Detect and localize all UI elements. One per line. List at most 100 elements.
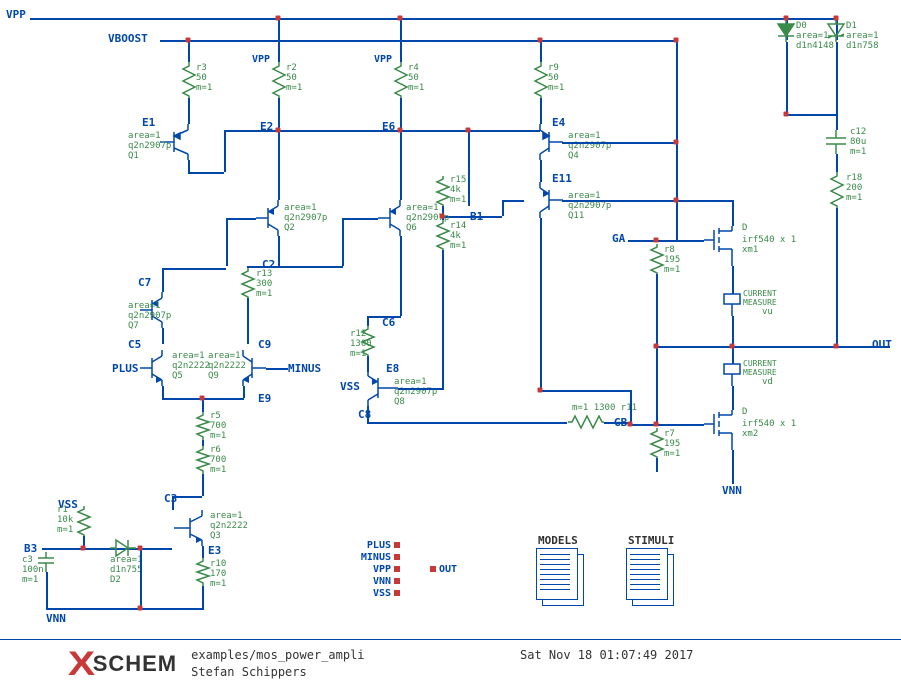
node	[138, 606, 143, 611]
xm2-label: irf540 x 1xm2	[742, 420, 796, 440]
wire	[400, 98, 402, 124]
wire	[836, 114, 838, 130]
wire	[278, 124, 280, 200]
xm2-pin: D	[742, 408, 747, 418]
wire	[628, 240, 704, 242]
wire	[540, 160, 542, 182]
wire	[732, 200, 734, 226]
node	[730, 344, 735, 349]
wire	[160, 40, 676, 42]
wire	[342, 218, 344, 266]
wire	[398, 388, 442, 390]
r6-label: r6700m=1	[210, 446, 226, 476]
r5-label: r5700m=1	[210, 412, 226, 442]
wire	[786, 114, 836, 116]
net-c3: C3	[164, 492, 177, 505]
r8-label: r8195m=1	[664, 246, 680, 276]
wire	[226, 218, 256, 220]
wire	[367, 422, 567, 424]
q7-label: area=1q2n2907pQ7	[128, 302, 171, 332]
node	[398, 16, 403, 21]
resistor-r8	[651, 244, 663, 274]
q1-label: area=1q2n2907pQ1	[128, 132, 171, 162]
r3-label: r350m=1	[196, 64, 212, 94]
footer-author: Stefan Schippers	[191, 664, 364, 681]
wire	[202, 586, 204, 608]
node	[654, 422, 659, 427]
wire	[172, 496, 174, 510]
wire	[468, 130, 470, 206]
wire	[202, 474, 204, 496]
wire	[732, 266, 734, 294]
r14-label: r144km=1	[450, 222, 466, 252]
net-minus: MINUS	[288, 362, 321, 375]
r10-label: r10170m=1	[210, 560, 226, 590]
d1-label: D1 area=1 d1n758	[846, 22, 879, 52]
resistor-r6	[197, 446, 209, 474]
r1-label: r110km=1	[57, 506, 73, 536]
net-vpp: VPP	[6, 8, 26, 21]
wire	[400, 18, 402, 62]
stimuli-label: STIMULI	[628, 534, 674, 547]
r15-label: r154km=1	[450, 176, 466, 206]
wire	[836, 42, 838, 114]
wire	[140, 548, 142, 608]
wire	[732, 316, 734, 346]
wire	[656, 274, 658, 346]
wire	[836, 154, 838, 172]
current-measure-1	[724, 294, 742, 316]
resistor-r4	[395, 62, 407, 98]
node	[834, 344, 839, 349]
r7-label: r7195m=1	[664, 430, 680, 460]
wire	[188, 172, 224, 174]
transistor-q8	[358, 370, 398, 406]
schematic-canvas: VPP VBOOST D0 area=1 d1n4148 D1 area=1 d…	[0, 0, 901, 640]
diode-d0	[778, 20, 794, 42]
node	[784, 16, 789, 21]
resistor-r3	[183, 62, 195, 98]
resistor-r15	[437, 176, 449, 206]
footer-info: examples/mos_power_ampli Stefan Schipper…	[191, 647, 364, 681]
wire	[42, 548, 172, 550]
models-label: MODELS	[538, 534, 578, 547]
net-c8: C8	[358, 408, 371, 421]
wire	[732, 386, 734, 410]
wire	[367, 316, 369, 326]
node	[466, 128, 471, 133]
r18-label: r18200m=1	[846, 174, 862, 204]
node	[538, 38, 543, 43]
wire	[630, 390, 632, 424]
q9-label: area=1q2n2222Q9	[208, 352, 246, 382]
wire	[400, 236, 402, 316]
cm1-label: CURRENTMEASURE	[743, 290, 777, 308]
net-vnn-bl: VNN	[46, 612, 66, 625]
io-pins-in: PLUS MINUS VPP VNN VSS	[350, 540, 400, 600]
wire	[278, 98, 280, 124]
wire	[540, 390, 630, 392]
d2-label: area=1d1n755D2	[110, 556, 143, 586]
footer-path: examples/mos_power_ampli	[191, 647, 364, 664]
q5-label: area=1q2n2222Q5	[172, 352, 210, 382]
net-vss-mid: VSS	[340, 380, 360, 393]
resistor-r9	[535, 62, 547, 98]
r13-label: r13300m=1	[256, 270, 272, 300]
resistor-r11	[568, 416, 604, 428]
net-ga: GA	[612, 232, 625, 245]
r2-label: r250m=1	[286, 64, 302, 94]
net-vpp-r2: VPP	[252, 54, 270, 65]
wire	[442, 250, 444, 390]
net-e9: E9	[258, 392, 271, 405]
wire	[400, 124, 402, 200]
cm1-net: vu	[762, 308, 773, 318]
q2-label: area=1q2n2907pQ2	[284, 204, 327, 234]
q3-label: area=1q2n2222Q3	[210, 512, 248, 542]
wire	[502, 200, 504, 216]
node	[674, 38, 679, 43]
stimuli-doc-icon	[626, 548, 672, 604]
wire	[786, 42, 788, 114]
node	[200, 396, 205, 401]
footer: X SCHEM examples/mos_power_ampli Stefan …	[0, 639, 901, 688]
wire	[278, 18, 280, 62]
diode-d2	[110, 540, 136, 556]
node	[654, 238, 659, 243]
